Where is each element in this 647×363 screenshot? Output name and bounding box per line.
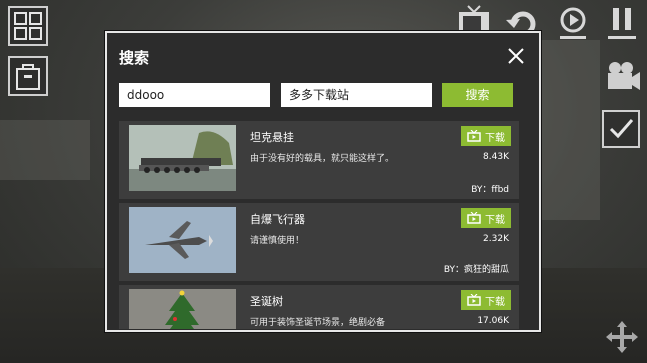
thumbnail-aircraft <box>129 207 236 273</box>
background-block <box>540 40 600 220</box>
download-label: 下载 <box>485 132 505 144</box>
select-toggle[interactable] <box>602 110 640 148</box>
background-block <box>0 120 90 180</box>
item-name: 自爆飞行器 <box>250 213 305 226</box>
file-size: 2.32K <box>483 234 509 244</box>
inventory-button[interactable] <box>8 56 48 96</box>
close-button[interactable] <box>505 45 527 67</box>
checkbox-icon <box>609 119 634 139</box>
download-icon <box>467 130 481 142</box>
pause-icon <box>608 8 636 39</box>
item-name: 坦克悬挂 <box>250 131 294 144</box>
download-label: 下载 <box>485 214 505 226</box>
camera-icon <box>608 62 640 90</box>
download-button[interactable]: 下载 <box>461 126 511 146</box>
item-name: 圣诞树 <box>250 295 283 308</box>
file-size: 8.43K <box>483 152 509 162</box>
download-button[interactable]: 下载 <box>461 290 511 310</box>
thumbnail-christmas-tree <box>129 289 236 329</box>
results-list: 坦克悬挂 由于没有好的载具，就只能这样了。 下载 8.43K BY：ffbd 自… <box>119 121 519 329</box>
download-label: 下载 <box>485 296 505 308</box>
move-icon <box>606 321 638 353</box>
item-author: BY：疯狂的甜瓜 <box>443 265 509 275</box>
dialog-title: 搜索 <box>119 49 150 67</box>
search-input[interactable]: ddooo <box>119 83 270 107</box>
grid-icon <box>14 12 42 40</box>
camera-button[interactable] <box>602 57 642 97</box>
search-dialog: 搜索 ddooo 多多下载站 搜索 坦克悬挂 由于没有好的载具，就只能这样了。 … <box>105 31 541 332</box>
pause-button[interactable] <box>606 4 638 40</box>
move-handle[interactable] <box>603 318 641 356</box>
list-item[interactable]: 自爆飞行器 请谨慎使用！ 下载 2.32K BY：疯狂的甜瓜 <box>119 203 519 281</box>
list-item[interactable]: 坦克悬挂 由于没有好的载具，就只能这样了。 下载 8.43K BY：ffbd <box>119 121 519 199</box>
search-button[interactable]: 搜索 <box>442 83 513 107</box>
download-button[interactable]: 下载 <box>461 208 511 228</box>
source-field[interactable]: 多多下载站 <box>281 83 432 107</box>
file-size: 17.06K <box>477 316 509 326</box>
download-icon <box>467 294 481 306</box>
menu-grid-button[interactable] <box>8 6 48 46</box>
item-description: 请谨慎使用！ <box>250 236 305 246</box>
slow-motion-icon <box>560 7 586 39</box>
download-icon <box>467 212 481 224</box>
item-author: BY：ffbd <box>471 185 509 195</box>
thumbnail-tank <box>129 125 236 191</box>
bag-icon <box>16 64 40 90</box>
item-description: 可用于装饰圣诞节场景，绝剧必备 <box>250 318 386 328</box>
list-item[interactable]: 圣诞树 可用于装饰圣诞节场景，绝剧必备 下载 17.06K <box>119 285 519 329</box>
close-icon <box>508 48 524 64</box>
item-description: 由于没有好的载具，就只能这样了。 <box>250 154 395 164</box>
slow-motion-button[interactable] <box>555 4 591 40</box>
